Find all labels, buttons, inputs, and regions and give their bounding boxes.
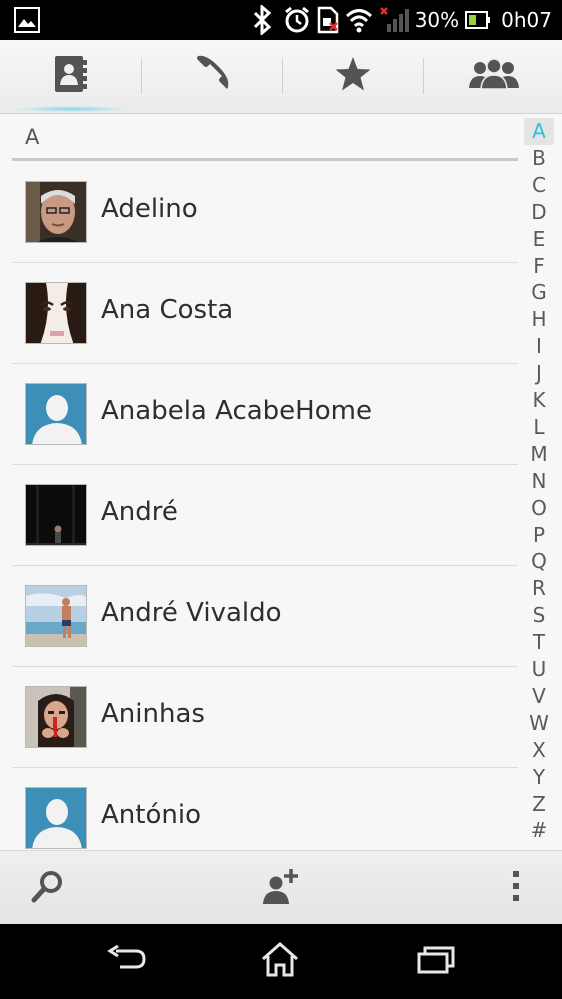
index-letter[interactable]: X (524, 737, 554, 764)
index-letter[interactable]: I (524, 333, 554, 360)
index-letter[interactable]: L (524, 414, 554, 441)
index-letter[interactable]: S (524, 602, 554, 629)
contact-row[interactable]: André Vivaldo (12, 566, 518, 667)
index-letter[interactable]: Y (524, 764, 554, 791)
index-letter[interactable]: A (524, 118, 554, 145)
sim-icon (317, 6, 339, 34)
contact-row[interactable]: Aninhas (12, 667, 518, 768)
index-letter[interactable]: # (524, 817, 554, 844)
navigation-bar (0, 924, 562, 999)
signal-icon (379, 6, 409, 34)
overflow-menu-button[interactable] (496, 851, 536, 925)
contact-name: André Vivaldo (101, 598, 282, 628)
add-contact-button[interactable] (252, 851, 310, 925)
index-letter[interactable]: B (524, 145, 554, 172)
index-letter[interactable]: V (524, 683, 554, 710)
home-button[interactable] (250, 938, 310, 984)
section-header: A (12, 115, 518, 161)
tab-bar (0, 40, 562, 114)
alarm-icon (283, 6, 311, 34)
index-letter[interactable]: Q (524, 548, 554, 575)
contacts-book-icon (53, 54, 89, 98)
contact-row[interactable]: Anabela AcabeHome (12, 364, 518, 465)
add-contact-icon (261, 867, 301, 909)
index-letter[interactable]: C (524, 172, 554, 199)
contact-name: Ana Costa (101, 295, 234, 325)
tab-groups[interactable] (423, 40, 562, 112)
index-letter[interactable]: Z (524, 791, 554, 818)
wifi-icon (345, 7, 373, 33)
contact-name: António (101, 800, 201, 830)
contact-photo (25, 686, 87, 748)
index-letter[interactable]: R (524, 575, 554, 602)
contact-row[interactable]: Ana Costa (12, 263, 518, 364)
contact-row[interactable]: Adelino (12, 162, 518, 263)
index-letter[interactable]: O (524, 495, 554, 522)
status-bar: 30% 0h07 (0, 0, 562, 40)
contact-photo (25, 383, 87, 445)
overflow-menu-icon (512, 870, 520, 906)
index-letter[interactable]: D (524, 199, 554, 226)
tab-contacts[interactable] (0, 40, 141, 112)
recent-apps-button[interactable] (406, 938, 466, 984)
groups-icon (468, 58, 520, 94)
search-button[interactable] (20, 851, 76, 925)
tab-phone[interactable] (141, 40, 282, 112)
phone-icon (192, 54, 232, 98)
back-button[interactable] (96, 938, 156, 984)
contact-name: Anabela AcabeHome (101, 396, 372, 426)
clock: 0h07 (501, 8, 552, 32)
contact-row[interactable]: António (12, 768, 518, 850)
index-letter[interactable]: G (524, 279, 554, 306)
index-letter[interactable]: U (524, 656, 554, 683)
back-icon (106, 944, 146, 977)
index-letter[interactable]: J (524, 360, 554, 387)
gallery-icon (14, 7, 40, 37)
bluetooth-icon (247, 5, 277, 35)
index-letter[interactable]: F (524, 253, 554, 280)
recent-apps-icon (417, 944, 455, 978)
contact-photo (25, 787, 87, 849)
index-letter[interactable]: K (524, 387, 554, 414)
star-icon (334, 56, 372, 96)
contact-name: Aninhas (101, 699, 205, 729)
contact-photo (25, 585, 87, 647)
search-icon (31, 869, 65, 907)
battery-icon (465, 10, 491, 30)
home-icon (261, 941, 299, 981)
contact-list[interactable]: A Adelino Ana Costa Anabela AcabeHome An… (0, 115, 562, 850)
index-letter[interactable]: W (524, 710, 554, 737)
section-letter: A (25, 125, 40, 149)
contact-photo (25, 484, 87, 546)
index-letter[interactable]: P (524, 522, 554, 549)
contact-photo (25, 181, 87, 243)
contact-photo (25, 282, 87, 344)
index-letter[interactable]: H (524, 306, 554, 333)
index-letter[interactable]: N (524, 468, 554, 495)
tab-favorites[interactable] (282, 40, 423, 112)
index-letter[interactable]: T (524, 629, 554, 656)
index-letter[interactable]: M (524, 441, 554, 468)
contact-name: André (101, 497, 178, 527)
bottom-action-bar (0, 850, 562, 924)
index-letter[interactable]: E (524, 226, 554, 253)
contact-row[interactable]: André (12, 465, 518, 566)
contact-name: Adelino (101, 194, 198, 224)
active-tab-indicator (16, 106, 126, 112)
battery-percent: 30% (414, 8, 460, 32)
